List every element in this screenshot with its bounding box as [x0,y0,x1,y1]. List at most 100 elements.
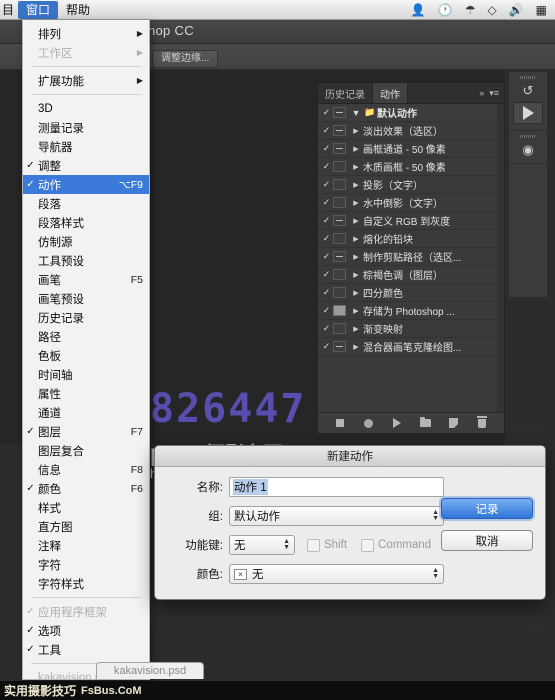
action-row[interactable]: ✓▶四分颜色 [318,284,504,302]
time-machine-icon[interactable]: 🕐 [438,3,453,17]
panel-menu-icon[interactable]: ▾≡ [489,88,499,99]
action-dialog-toggle-icon[interactable] [333,125,346,136]
action-row[interactable]: ✓▶投影（文字） [318,176,504,194]
command-checkbox[interactable]: Command [361,539,431,552]
chevron-updown-icon[interactable]: ▲▼ [432,568,439,580]
action-toggle-checkbox[interactable]: ✓ [320,269,333,280]
action-dialog-toggle-icon[interactable] [333,305,346,316]
menu-item[interactable]: 扩展功能▶ [23,71,149,90]
menu-item[interactable]: 画笔预设 [23,289,149,308]
dock-group-history[interactable]: ↺ [509,72,547,131]
action-toggle-checkbox[interactable]: ✓ [320,215,333,226]
menu-item[interactable]: 排列▶ [23,24,149,43]
action-row[interactable]: ✓▶自定义 RGB 到灰度 [318,212,504,230]
chevron-right-icon[interactable]: ▶ [349,163,363,171]
tab-history[interactable]: 历史记录 [318,83,373,103]
action-row[interactable]: ✓▶棕褐色调（图层） [318,266,504,284]
action-toggle-checkbox[interactable]: ✓ [320,143,333,154]
actions-panel[interactable]: 历史记录 动作 » ▾≡ ✓▼📁默认动作✓▶淡出效果（选区）✓▶画框通道 - 5… [317,82,505,434]
menubar-item-help[interactable]: 帮助 [58,1,98,19]
action-toggle-checkbox[interactable]: ✓ [320,251,333,262]
menu-item[interactable]: 3D [23,99,149,118]
action-dialog-toggle-icon[interactable] [333,197,346,208]
menu-item[interactable]: 样式 [23,498,149,517]
new-action-icon[interactable] [446,417,460,429]
record-button[interactable]: 记录 [441,498,533,519]
window-menu-dropdown[interactable]: 排列▶工作区▶扩展功能▶3D测量记录导航器✓调整✓动作⌥F9段落段落样式仿制源工… [22,20,150,680]
new-action-dialog[interactable]: 新建动作 名称: 动作 1 组: 默认动作 ▲▼ 功能键: 无 ▲▼ [154,445,546,600]
volume-icon[interactable]: 🔊 [509,3,524,17]
menubar-item-partial[interactable]: 目 [0,1,18,19]
chevron-right-icon[interactable]: ▶ [349,145,363,153]
history-brush-icon[interactable]: ↺ [523,83,534,98]
panel-scrollbar[interactable] [497,104,504,412]
chevron-right-icon[interactable]: ▶ [349,289,363,297]
chevron-right-icon[interactable]: ▶ [349,127,363,135]
user-icon[interactable]: 👤 [411,3,426,17]
menu-item[interactable]: 直方图 [23,517,149,536]
collapse-icon[interactable]: » [479,88,484,98]
action-dialog-toggle-icon[interactable] [333,161,346,172]
action-dialog-toggle-icon[interactable] [333,107,346,118]
record-icon[interactable] [361,417,375,429]
action-row[interactable]: ✓▶渐变映射 [318,320,504,338]
action-toggle-checkbox[interactable]: ✓ [320,107,333,118]
chevron-right-icon[interactable]: ▶ [349,199,363,207]
tab-actions[interactable]: 动作 [373,83,408,103]
menu-item[interactable]: 段落样式 [23,213,149,232]
menu-item[interactable]: 信息F8 [23,460,149,479]
action-dialog-toggle-icon[interactable] [333,269,346,280]
action-list[interactable]: ✓▼📁默认动作✓▶淡出效果（选区）✓▶画框通道 - 50 像素✓▶木质画框 - … [318,104,504,412]
checkbox-box[interactable] [361,539,374,552]
delete-icon[interactable] [475,417,489,429]
set-select[interactable]: 默认动作 ▲▼ [229,506,444,526]
chevron-right-icon[interactable]: ▶ [349,343,363,351]
action-dialog-toggle-icon[interactable] [333,287,346,298]
menu-item[interactable]: 图层复合 [23,441,149,460]
action-toggle-checkbox[interactable]: ✓ [320,233,333,244]
action-toggle-checkbox[interactable]: ✓ [320,287,333,298]
action-toggle-checkbox[interactable]: ✓ [320,179,333,190]
stop-icon[interactable] [333,417,347,429]
action-toggle-checkbox[interactable]: ✓ [320,197,333,208]
menu-item[interactable]: 仿制源 [23,232,149,251]
menu-item[interactable]: 历史记录 [23,308,149,327]
menu-item[interactable]: 字符样式 [23,574,149,593]
action-toggle-checkbox[interactable]: ✓ [320,341,333,352]
action-row[interactable]: ✓▶熔化的铅块 [318,230,504,248]
chevron-right-icon[interactable]: ▶ [349,271,363,279]
wifi-icon[interactable]: ◇ [487,3,496,17]
action-dialog-toggle-icon[interactable] [333,179,346,190]
3d-panel-icon[interactable]: ◉ [522,142,533,157]
menubar-item-window[interactable]: 窗口 [18,1,58,19]
drag-handle[interactable] [520,76,536,79]
menu-item[interactable]: 通道 [23,403,149,422]
chevron-right-icon[interactable]: ▶ [349,217,363,225]
menu-item[interactable]: 时间轴 [23,365,149,384]
document-tab[interactable]: kakavision.psd [96,662,204,679]
action-row[interactable]: ✓▶画框通道 - 50 像素 [318,140,504,158]
play-icon[interactable] [390,417,404,429]
menu-item[interactable]: 工具预设 [23,251,149,270]
chevron-right-icon[interactable]: ▶ [349,235,363,243]
menu-item[interactable]: ✓动作⌥F9 [23,175,149,194]
menu-item[interactable]: ✓颜色F6 [23,479,149,498]
chevron-right-icon[interactable]: ▶ [349,325,363,333]
menu-item[interactable]: 路径 [23,327,149,346]
action-dialog-toggle-icon[interactable] [333,323,346,334]
play-action-icon[interactable] [513,102,543,124]
dock-group-3d[interactable]: ◉ [509,131,547,164]
chevron-right-icon[interactable]: ▶ [349,181,363,189]
chevron-updown-icon[interactable]: ▲▼ [432,510,439,522]
menu-item[interactable]: ✓工具 [23,640,149,659]
cancel-button[interactable]: 取消 [441,530,533,551]
drag-handle[interactable] [520,135,536,138]
action-dialog-toggle-icon[interactable] [333,233,346,244]
new-set-icon[interactable] [418,417,432,429]
action-dialog-toggle-icon[interactable] [333,341,346,352]
menu-item[interactable]: ✓调整 [23,156,149,175]
menu-item[interactable]: 测量记录 [23,118,149,137]
menu-item[interactable]: 属性 [23,384,149,403]
menu-item[interactable]: ✓选项 [23,621,149,640]
menu-item[interactable]: 段落 [23,194,149,213]
